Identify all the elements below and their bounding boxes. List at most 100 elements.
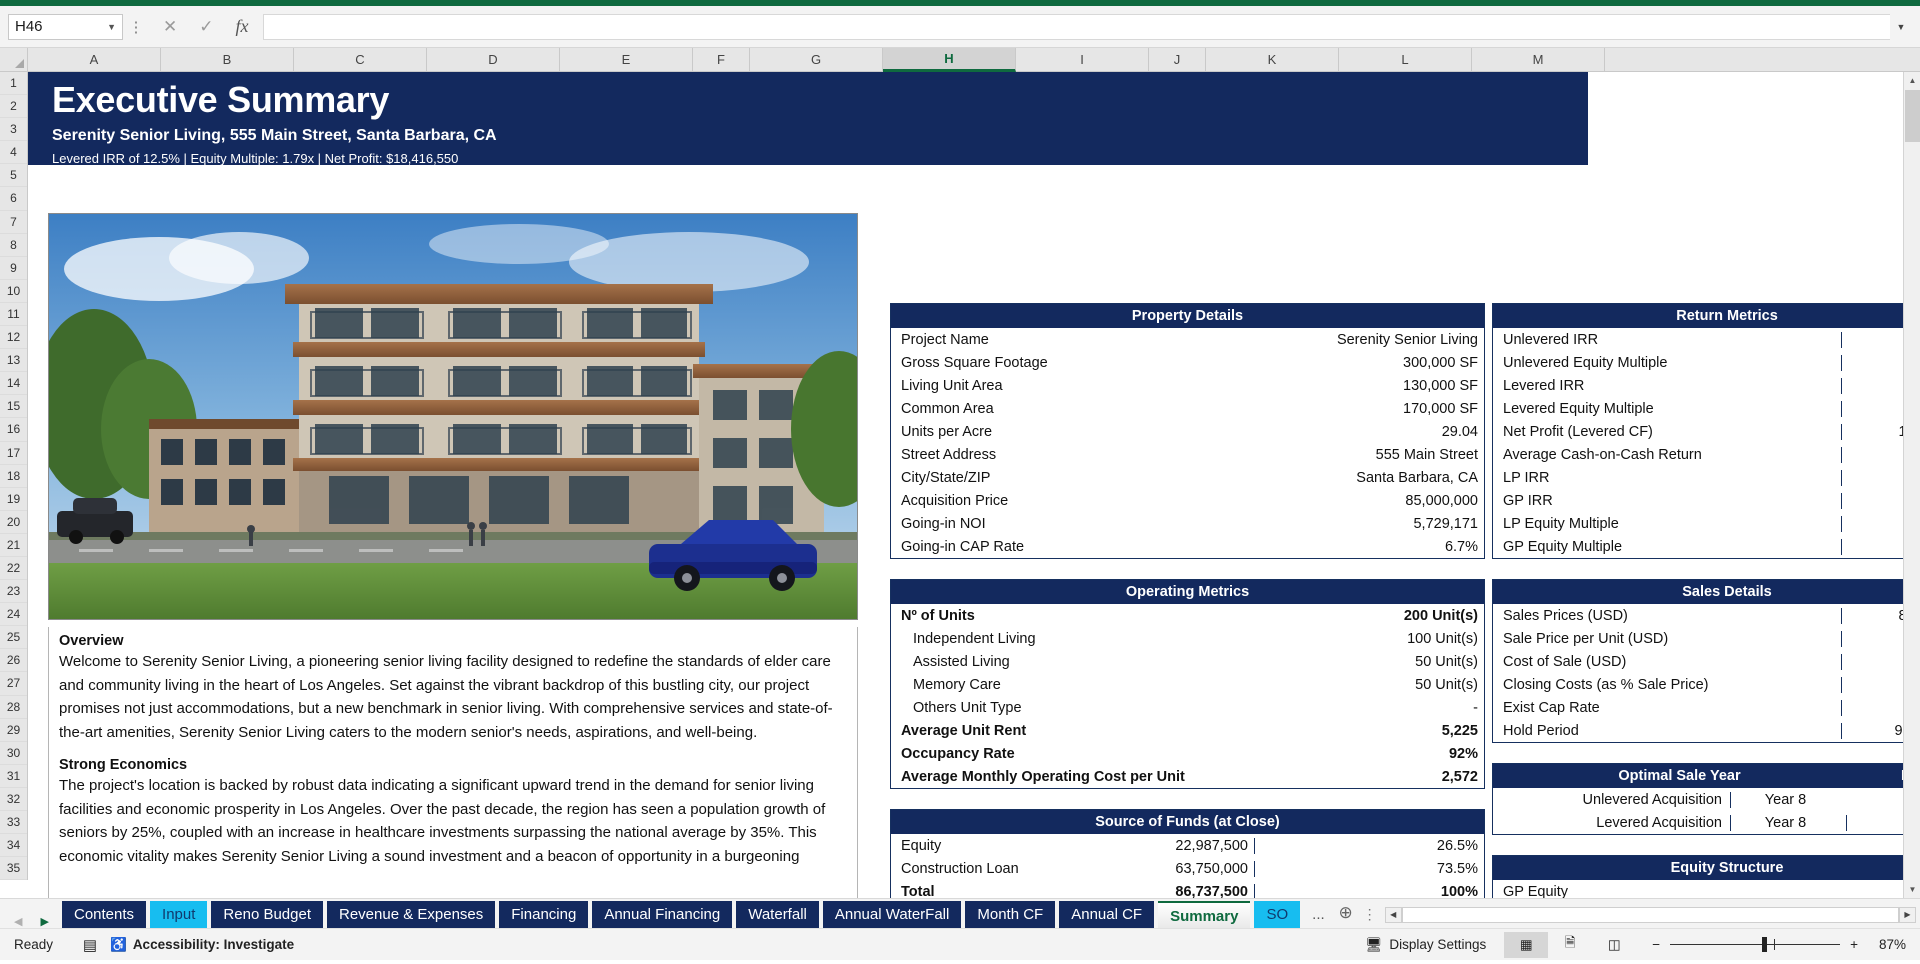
zoom-slider-track[interactable] <box>1670 937 1841 952</box>
select-all-corner[interactable] <box>0 48 28 72</box>
formula-bar-overflow-icon[interactable]: ⋮ <box>123 18 149 36</box>
zoom-out-icon[interactable]: − <box>1652 937 1660 952</box>
vertical-scroll-thumb[interactable] <box>1905 90 1920 142</box>
row-header-25[interactable]: 25 <box>0 626 27 650</box>
row-header-24[interactable]: 24 <box>0 603 27 627</box>
expand-formula-bar-icon[interactable]: ▼ <box>1890 13 1912 40</box>
sheet-tab-annual-cf[interactable]: Annual CF <box>1059 901 1155 928</box>
sheet-nav-arrows[interactable]: ◀ ▶ <box>0 915 62 928</box>
horizontal-scrollbar[interactable]: ◀ ▶ <box>1381 901 1920 928</box>
row-header-17[interactable]: 17 <box>0 442 27 465</box>
column-header-A[interactable]: A <box>28 48 161 71</box>
horizontal-scroll-track[interactable] <box>1401 906 1899 923</box>
column-header-K[interactable]: K <box>1206 48 1339 71</box>
row-header-22[interactable]: 22 <box>0 557 27 581</box>
row-header-14[interactable]: 14 <box>0 372 27 396</box>
sheet-tab-contents[interactable]: Contents <box>62 901 147 928</box>
row-header-5[interactable]: 5 <box>0 164 27 188</box>
row-header-27[interactable]: 27 <box>0 672 27 696</box>
table-row: Hold Period96 Month <box>1493 719 1920 742</box>
display-settings-button[interactable]: 🖥 Display Settings <box>1365 937 1504 953</box>
row-header-34[interactable]: 34 <box>0 834 27 858</box>
scroll-up-icon[interactable]: ▲ <box>1904 72 1920 89</box>
sheet-tab-annual-waterfall[interactable]: Annual WaterFall <box>822 901 962 928</box>
sheet-tab-revenue-expenses[interactable]: Revenue & Expenses <box>327 901 496 928</box>
column-header-L[interactable]: L <box>1339 48 1472 71</box>
zoom-in-icon[interactable]: + <box>1850 937 1858 952</box>
row-header-3[interactable]: 3 <box>0 118 27 142</box>
cancel-icon[interactable]: ✕ <box>163 17 177 37</box>
confirm-check-icon[interactable]: ✓ <box>199 17 213 37</box>
row-header-32[interactable]: 32 <box>0 788 27 811</box>
accessibility-status[interactable]: ♿ Accessibility: Investigate <box>110 937 294 953</box>
vertical-scrollbar[interactable]: ▲ ▼ <box>1903 72 1920 898</box>
column-header-F[interactable]: F <box>693 48 750 71</box>
row-header-7[interactable]: 7 <box>0 211 27 234</box>
zoom-slider-midpoint <box>1774 939 1776 950</box>
new-sheet-button[interactable]: ⊕ <box>1333 901 1359 928</box>
row-header-15[interactable]: 15 <box>0 395 27 419</box>
sheet-tab-input[interactable]: Input <box>150 901 208 928</box>
row-header-20[interactable]: 20 <box>0 511 27 534</box>
row-header-1[interactable]: 1 <box>0 72 27 96</box>
recording-macro-icon[interactable]: ▤ <box>70 936 110 954</box>
column-header-J[interactable]: J <box>1149 48 1206 71</box>
row-header-21[interactable]: 21 <box>0 534 27 557</box>
row-header-28[interactable]: 28 <box>0 696 27 719</box>
row-header-33[interactable]: 33 <box>0 811 27 835</box>
sheet-options-icon[interactable]: ⋮ <box>1359 901 1381 928</box>
page-layout-view-button[interactable]: 🗎 <box>1548 932 1592 958</box>
column-header-E[interactable]: E <box>560 48 693 71</box>
column-header-M[interactable]: M <box>1472 48 1605 71</box>
column-header-B[interactable]: B <box>161 48 294 71</box>
formula-input[interactable] <box>262 13 1890 40</box>
sheet-tab-reno-budget[interactable]: Reno Budget <box>211 901 323 928</box>
grid-view-icon: ▦ <box>1519 936 1533 952</box>
row-header-4[interactable]: 4 <box>0 141 27 165</box>
row-header-29[interactable]: 29 <box>0 719 27 742</box>
scroll-right-icon[interactable]: ▶ <box>1899 906 1916 923</box>
row-header-8[interactable]: 8 <box>0 234 27 257</box>
column-header-G[interactable]: G <box>750 48 883 71</box>
sheet-tab-summary[interactable]: Summary <box>1158 901 1251 928</box>
column-header-H[interactable]: H <box>883 48 1016 72</box>
sheet-tab-annual-financing[interactable]: Annual Financing <box>592 901 733 928</box>
row-header-23[interactable]: 23 <box>0 580 27 604</box>
next-sheet-icon[interactable]: ▶ <box>40 915 48 928</box>
normal-view-button[interactable]: ▦ <box>1504 931 1549 958</box>
sheet-tab-month-cf[interactable]: Month CF <box>965 901 1056 928</box>
row-header-9[interactable]: 9 <box>0 257 27 280</box>
chevron-down-icon[interactable]: ▼ <box>107 22 116 32</box>
column-header-D[interactable]: D <box>427 48 560 71</box>
row-header-6[interactable]: 6 <box>0 187 27 211</box>
scroll-left-icon[interactable]: ◀ <box>1384 906 1402 923</box>
previous-sheet-icon[interactable]: ◀ <box>14 915 22 928</box>
name-box[interactable]: H46 ▼ <box>8 13 123 40</box>
row-header-12[interactable]: 12 <box>0 326 27 350</box>
row-header-2[interactable]: 2 <box>0 95 27 119</box>
insert-function-icon[interactable]: fx <box>236 16 249 37</box>
row-header-18[interactable]: 18 <box>0 465 27 488</box>
row-header-10[interactable]: 10 <box>0 280 27 303</box>
zoom-slider-control[interactable]: − + <box>1636 937 1874 952</box>
row-header-35[interactable]: 35 <box>0 857 27 881</box>
sheet-tab-waterfall[interactable]: Waterfall <box>736 901 819 928</box>
column-header-C[interactable]: C <box>294 48 427 71</box>
tab-overflow-ellipsis[interactable]: ... <box>1304 901 1333 928</box>
row-header-31[interactable]: 31 <box>0 765 27 788</box>
worksheet-canvas[interactable]: Executive Summary Serenity Senior Living… <box>28 72 1920 898</box>
column-header-I[interactable]: I <box>1016 48 1149 71</box>
row-header-26[interactable]: 26 <box>0 649 27 673</box>
row-header-13[interactable]: 13 <box>0 349 27 373</box>
scroll-down-icon[interactable]: ▼ <box>1904 881 1920 898</box>
row-header-30[interactable]: 30 <box>0 742 27 765</box>
page-break-view-button[interactable]: ◫ <box>1592 932 1636 958</box>
row-header-11[interactable]: 11 <box>0 303 27 327</box>
sheet-tab-financing[interactable]: Financing <box>499 901 589 928</box>
row-header-19[interactable]: 19 <box>0 488 27 511</box>
sheet-tab-so[interactable]: SO <box>1254 901 1301 928</box>
zoom-slider-handle[interactable] <box>1762 937 1768 952</box>
table-row: Acquisition Price 85,000,000 <box>891 489 1484 512</box>
sales-details-title: Sales Details <box>1493 580 1920 604</box>
row-header-16[interactable]: 16 <box>0 418 27 442</box>
